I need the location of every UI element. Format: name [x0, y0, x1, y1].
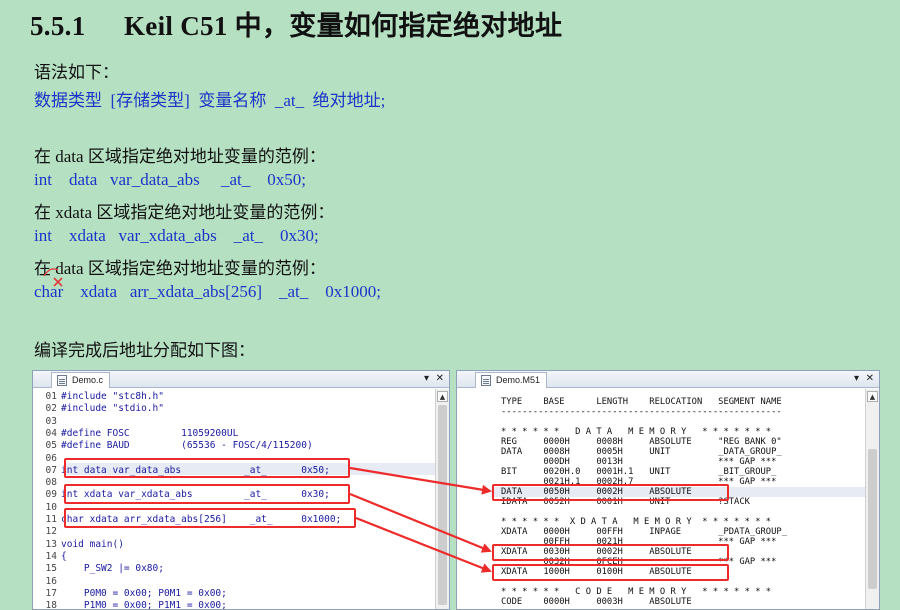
code-line[interactable]: 04 #define FOSC 11059200UL	[33, 427, 239, 440]
line-number: 10	[45, 501, 57, 513]
section-number: 5.5.1	[30, 11, 86, 41]
line-number: 04	[45, 427, 57, 439]
syntax-label: 语法如下：	[34, 63, 119, 82]
map-scroll-thumb[interactable]	[868, 449, 877, 589]
line-number: 06	[45, 452, 57, 464]
line-number: 17	[45, 587, 57, 599]
map-tab-dropdown-icon[interactable]: ▾	[854, 371, 859, 387]
code-text: P_SW2 |= 0x80;	[61, 563, 164, 575]
map-file-icon	[481, 375, 491, 386]
tab-demo-m51-label: Demo.M51	[496, 375, 541, 385]
example-3-code: char xdata arr_xdata_abs[256] _at_ 0x100…	[34, 282, 381, 301]
map-line: REG 0000H 0008H ABSOLUTE "REG BANK 0"	[501, 437, 782, 447]
code-line[interactable]: 15 P_SW2 |= 0x80;	[33, 563, 164, 575]
line-number: 15	[45, 563, 57, 575]
line-number: 13	[45, 538, 57, 550]
code-line[interactable]: 18 P1M0 = 0x00; P1M1 = 0x00;	[33, 600, 227, 610]
line-number: 03	[45, 415, 57, 427]
line-number: 02	[45, 403, 57, 415]
scroll-thumb[interactable]	[438, 405, 447, 605]
map-line: TYPE BASE LENGTH RELOCATION SEGMENT NAME	[501, 397, 782, 407]
highlight-box-code-line-07	[64, 458, 350, 478]
line-number: 07	[45, 464, 57, 476]
line-number: 16	[45, 575, 57, 587]
map-tabbar: Demo.M51 ▾ ✕	[457, 371, 879, 388]
line-number: 12	[45, 526, 57, 538]
example-1-label: 在 data 区域指定绝对地址变量的范例：	[34, 147, 326, 166]
highlight-box-map-xdata-0030h	[492, 544, 729, 561]
map-line: DATA 0008H 0005H UNIT _DATA_GROUP_	[501, 447, 782, 457]
tab-dropdown-icon[interactable]: ▾	[424, 371, 429, 387]
highlight-box-code-line-11	[64, 508, 356, 528]
code-text: #include "stc8h.h"	[61, 391, 164, 402]
code-line[interactable]: 17 P0M0 = 0x00; P0M1 = 0x00;	[33, 588, 227, 600]
editor-tabbar: Demo.c ▾ ✕	[33, 371, 449, 388]
syntax-line: 数据类型 [存储类型] 变量名称 _at_ 绝对地址;	[34, 91, 386, 110]
map-tab-close-icon[interactable]: ✕	[866, 371, 874, 387]
line-number: 08	[45, 477, 57, 489]
code-line[interactable]: 10	[33, 502, 61, 514]
code-line[interactable]: 12	[33, 526, 61, 538]
code-text: P1M0 = 0x00; P1M1 = 0x00;	[61, 600, 227, 610]
line-number: 11	[45, 514, 57, 525]
code-text: #define BAUD (65536 - FOSC/4/115200)	[61, 440, 313, 452]
map-scroll-up-icon[interactable]: ▲	[867, 391, 878, 402]
code-line[interactable]: 14 {	[33, 551, 67, 563]
code-text: {	[61, 550, 67, 562]
code-text: P0M0 = 0x00; P0M1 = 0x00;	[61, 587, 227, 599]
example-1-code: int data var_data_abs _at_ 0x50;	[34, 170, 306, 189]
map-line: ----------------------------------------…	[501, 407, 782, 417]
line-number: 09	[45, 489, 57, 501]
editor-scrollbar[interactable]: ▲	[435, 389, 449, 609]
highlight-box-code-line-09	[64, 484, 350, 504]
code-line[interactable]: 16	[33, 576, 61, 588]
code-line[interactable]: 03	[33, 416, 61, 428]
line-number: 18	[45, 600, 57, 610]
tab-demo-c[interactable]: Demo.c	[51, 372, 111, 388]
code-line[interactable]: 08	[33, 477, 61, 489]
result-label: 编译完成后地址分配如下图：	[34, 341, 255, 360]
line-number: 01	[45, 391, 57, 402]
tab-demo-c-label: Demo.c	[72, 375, 104, 385]
map-line: BIT 0020H.0 0001H.1 UNIT _BIT_GROUP_	[501, 467, 777, 477]
red-cross-mark-icon	[43, 268, 63, 287]
map-scrollbar[interactable]: ▲	[865, 389, 879, 609]
map-line: CODE 0000H 0003H ABSOLUTE	[501, 597, 692, 607]
code-line[interactable]: 02 #include "stdio.h"	[33, 403, 164, 415]
c-file-icon	[57, 375, 67, 386]
example-2-code: int xdata var_xdata_abs _at_ 0x30;	[34, 226, 319, 245]
code-line[interactable]: 13 void main()	[33, 539, 124, 551]
section-title: Keil C51 中，变量如何指定绝对地址	[124, 11, 563, 41]
code-line[interactable]: 05 #define BAUD (65536 - FOSC/4/115200)	[33, 440, 313, 452]
code-text: void main()	[61, 538, 124, 550]
map-line: 000DH 0013H *** GAP ***	[501, 457, 777, 467]
line-number: 14	[45, 550, 57, 562]
code-text: #define FOSC 11059200UL	[61, 427, 239, 439]
map-line: XDATA 0000H 00FFH INPAGE _PDATA_GROUP_	[501, 527, 787, 537]
map-line: * * * * * * D A T A M E M O R Y * * * * …	[501, 427, 772, 437]
line-number: 05	[45, 440, 57, 452]
example-3-label: 在 data 区域指定绝对地址变量的范例：	[34, 259, 326, 278]
code-text: #include "stdio.h"	[61, 403, 164, 415]
highlight-box-map-xdata-1000h	[492, 564, 729, 581]
code-line[interactable]: 06	[33, 453, 61, 465]
code-line[interactable]: 01 #include "stc8h.h"	[33, 391, 164, 403]
tab-demo-m51[interactable]: Demo.M51	[475, 372, 548, 388]
map-line: * * * * * * X D A T A M E M O R Y * * * …	[501, 517, 772, 527]
map-line: * * * * * * C O D E M E M O R Y * * * * …	[501, 587, 772, 597]
scroll-up-icon[interactable]: ▲	[437, 391, 448, 402]
section-heading: 5.5.1 Keil C51 中，变量如何指定绝对地址	[30, 4, 562, 43]
tab-close-icon[interactable]: ✕	[436, 371, 444, 387]
highlight-box-map-data-0050h	[492, 484, 729, 501]
example-2-label: 在 xdata 区域指定绝对地址变量的范例：	[34, 203, 335, 222]
